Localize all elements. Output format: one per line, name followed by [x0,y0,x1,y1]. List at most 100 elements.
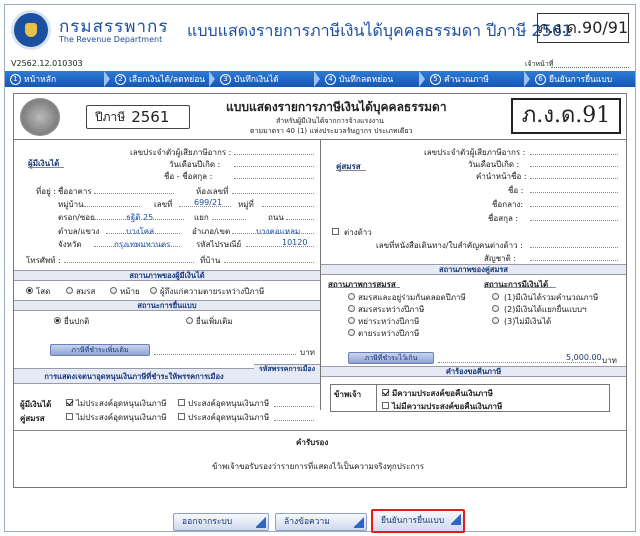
no-support-label: ไม่ประสงค์อุดหนุนเงินภาษี [76,399,167,408]
status-married-radio[interactable] [66,287,73,294]
income-option-radio[interactable] [492,305,499,312]
spouse-surname-field[interactable] [530,220,618,221]
form-subtitle-2: ตามมาตรา 40 (1) แห่งประมวลรัษฎากร ประเภท… [250,127,413,135]
district-value[interactable]: บางคอแหลม [256,225,300,238]
exit-button[interactable]: ออกจากระบบ [173,513,269,531]
income-option-radio[interactable] [492,293,499,300]
step-4[interactable]: 4 บันทึกลดหย่อน [320,71,425,87]
subdistrict-value[interactable]: บางโคล่ [126,225,154,238]
spouse-prefix-field[interactable] [530,178,618,179]
step-1[interactable]: 1 หน้าหลัก [5,71,110,87]
district-field[interactable] [232,233,314,234]
subdistrict-label: ตำบล/แขวง [58,227,100,236]
foreign-label: ต่างด้าว [344,228,372,237]
want-refund-checkbox[interactable] [382,389,389,396]
marriage-option-radio[interactable] [348,329,355,336]
postcode-field[interactable] [246,246,314,247]
building-field[interactable] [94,193,174,194]
spouse-party-code-field[interactable] [274,420,314,421]
home-phone-field[interactable] [224,262,314,263]
status-single-radio[interactable] [26,287,33,294]
spouse-taxid-field[interactable] [530,154,618,155]
district-label: อำเภอ/เขต [192,227,231,236]
spouse-middle-field[interactable] [530,206,618,207]
section-underline [336,170,366,171]
version-label: V2562.12.010303 [11,59,83,68]
filing-normal-radio[interactable] [54,317,61,324]
phone-label: โทรศัพท์ : [26,256,61,265]
province-field[interactable] [94,246,180,247]
dob-field[interactable] [234,166,314,167]
refund-value[interactable]: 5,000.00 [566,353,602,362]
extra-tax-field[interactable] [154,354,296,355]
section-underline [28,167,64,168]
province-value[interactable]: กรุงเทพมหานคร [114,238,170,251]
step-2[interactable]: 2 เลือกเงินได้/ลดหย่อน [110,71,215,87]
room-field[interactable] [232,193,314,194]
house-no-label: เลขที่ [154,200,173,209]
step-5[interactable]: 5 คำนวณภาษี [425,71,530,87]
house-no-field[interactable] [179,206,231,207]
taxpayer-support-checkbox[interactable] [178,399,185,406]
no-refund-checkbox[interactable] [382,402,389,409]
name-field[interactable] [234,178,314,179]
step-3[interactable]: 3 บันทึกเงินได้ [215,71,320,87]
spouse-name-field[interactable] [530,192,618,193]
yaek-field[interactable] [212,219,246,220]
spouse-support-checkbox[interactable] [178,413,185,420]
marriage-option-radio[interactable] [348,293,355,300]
step-label: คำนวณภาษี [444,75,489,85]
filing-option-label: ยื่นเพิ่มเติม [196,317,233,326]
phone-field[interactable] [64,262,194,263]
app-window: กรมสรรพากร The Revenue Department แบบแสด… [4,4,636,533]
moo-field[interactable] [262,206,314,207]
revenue-logo-icon [11,10,51,50]
road-field[interactable] [286,219,314,220]
room-label: ห้องเลขที่ [196,187,229,196]
form-code: ภ.ง.ด.91 [511,98,621,134]
soi-value[interactable]: ธฐิติ 25 [126,211,153,224]
spouse-no-support-checkbox[interactable] [66,413,73,420]
tax-year-value: 2561 [131,108,170,126]
nationality-field[interactable] [530,260,618,261]
passport-field[interactable] [530,247,618,248]
soi-field[interactable] [94,219,184,220]
spouse-section-label: คู่สมรส [336,162,361,171]
step-number: 1 [10,73,21,85]
spouse-dob-field[interactable] [530,166,618,167]
marriage-option-radio[interactable] [348,317,355,324]
clear-button[interactable]: ล้างข้อความ [275,513,367,531]
step-6[interactable]: 6 ยืนยันการยื่นแบบ [530,72,635,86]
address-label: ที่อยู่ : [36,187,57,196]
spouse-status-header: สถานภาพของคู่สมรส [321,264,626,275]
refund-field[interactable] [438,362,596,363]
section-underline [328,287,400,288]
step-label: หน้าหลัก [24,75,57,85]
step-navigation: 1 หน้าหลัก 2 เลือกเงินได้/ลดหย่อน 3 บันทึกเ… [5,71,635,87]
taxpayer-no-support-checkbox[interactable] [66,399,73,406]
owner-label: ข้าพเจ้า [334,390,362,399]
marriage-option-label: ตายระหว่างปีภาษี [358,329,420,338]
subdistrict-field[interactable] [106,233,180,234]
status-deceased-radio[interactable] [150,287,157,294]
status-option-label: โสด [36,287,51,296]
support-label: ประสงค์อุดหนุนเงินภาษี [188,413,270,422]
refund-request-header: คำร้องขอคืนภาษี [321,366,626,377]
step-label: ยืนยันการยื่นแบบ [549,75,613,85]
filing-additional-radio[interactable] [186,317,193,324]
road-label: ถนน [268,213,284,222]
income-option-radio[interactable] [492,317,499,324]
taxpayer-party-code-field[interactable] [274,406,314,407]
status-widowed-radio[interactable] [110,287,117,294]
taxid-field[interactable] [234,154,314,155]
confirm-filing-button[interactable]: ยืนยันการยื่นแบบ [371,509,465,533]
step-label: บันทึกเงินได้ [234,75,279,85]
certify-divider [14,430,626,431]
party-taxpayer-label: ผู้มีเงินได้ [20,400,52,409]
step-number: 2 [115,73,126,85]
village-field[interactable] [84,206,140,207]
foreign-checkbox[interactable] [332,228,339,235]
form-code-badge: ภ.ง.ด.90/91 [537,13,629,43]
marriage-option-radio[interactable] [348,305,355,312]
extra-tax-label: ภาษีที่ชำระเพิ่มเติม [50,344,150,356]
